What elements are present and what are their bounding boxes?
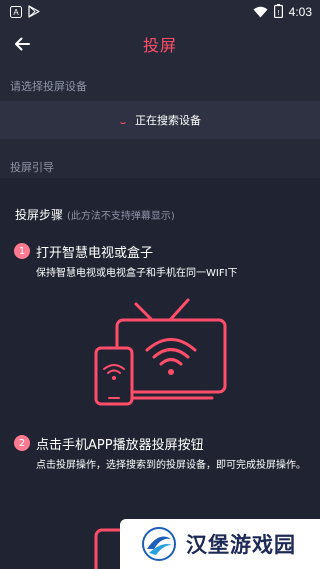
app-header: 投屏 bbox=[0, 24, 320, 64]
steps-heading-title: 投屏步骤 bbox=[15, 208, 64, 222]
play-store-icon bbox=[28, 3, 40, 22]
phone-to-tv-illustration bbox=[94, 298, 227, 406]
screen: A ! 4:03 投屏 请选择投屏设备 正在搜索设备 投屏引导 投屏步骤 (此方… bbox=[0, 0, 320, 569]
battery-icon: ! bbox=[273, 3, 283, 22]
status-bar-left: A bbox=[10, 3, 40, 22]
guide-label: 投屏引导 bbox=[10, 161, 54, 174]
watermark-text: 汉堡游戏园 bbox=[186, 532, 296, 557]
page-title: 投屏 bbox=[142, 36, 177, 55]
watermark-logo: 汉堡游戏园 bbox=[120, 519, 320, 569]
watermark-swirl-icon bbox=[142, 527, 176, 561]
wifi-icon bbox=[253, 3, 268, 22]
step-2-title: 点击手机APP播放器投屏按钮 bbox=[36, 438, 204, 453]
status-bar-right: ! 4:03 bbox=[253, 3, 312, 22]
steps-heading: 投屏步骤 (此方法不支持弹幕显示) bbox=[15, 206, 175, 223]
device-search-row[interactable]: 正在搜索设备 bbox=[0, 101, 320, 139]
svg-text:A: A bbox=[13, 8, 19, 17]
step-2-desc: 点击投屏操作，选择搜索到的投屏设备，即可完成投屏操作。 bbox=[36, 460, 306, 471]
arrow-left-icon bbox=[15, 37, 30, 51]
status-bar: A ! 4:03 bbox=[0, 0, 320, 24]
notification-a-icon: A bbox=[10, 3, 22, 22]
select-device-label: 请选择投屏设备 bbox=[10, 80, 87, 93]
step-2-badge: 2 bbox=[14, 435, 30, 451]
step-1-badge: 1 bbox=[14, 243, 30, 259]
tv-wifi-icon bbox=[145, 338, 197, 375]
status-time: 4:03 bbox=[288, 5, 312, 19]
tv-antenna bbox=[134, 298, 190, 322]
step-1-desc: 保持智慧电视或电视盒子和手机在同一WIFI下 bbox=[36, 268, 238, 279]
svg-text:!: ! bbox=[277, 10, 279, 17]
loading-spinner-icon bbox=[119, 116, 127, 124]
back-button[interactable] bbox=[8, 30, 36, 58]
step-1-title: 打开智慧电视或盒子 bbox=[36, 246, 154, 261]
searching-status: 正在搜索设备 bbox=[135, 114, 201, 127]
steps-heading-note: (此方法不支持弹幕显示) bbox=[67, 211, 175, 222]
